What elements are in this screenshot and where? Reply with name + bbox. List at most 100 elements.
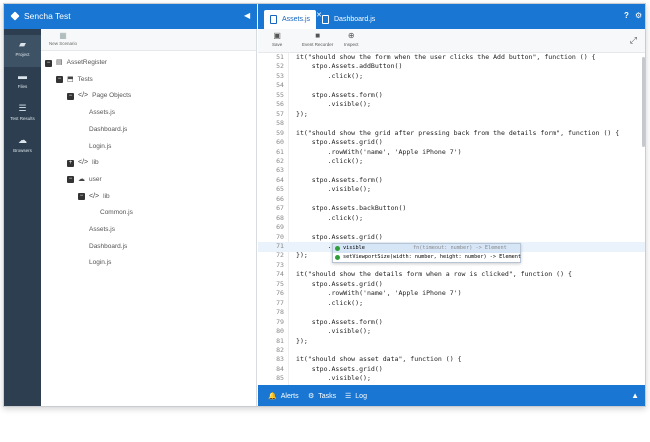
line-number: 80	[276, 327, 284, 336]
code-text: });	[296, 336, 308, 345]
line-number: 83	[276, 355, 284, 364]
code-line: 57});	[258, 109, 645, 120]
tree-item-label: Page Objects	[92, 92, 132, 100]
collapse-icon[interactable]: −	[45, 59, 52, 67]
line-number: 67	[276, 204, 284, 213]
tree-item[interactable]: − </> Page Objects	[67, 89, 131, 103]
code-text: });	[296, 109, 308, 118]
tree-node-icon: ⬒	[67, 75, 74, 83]
autocomplete-name: visible	[343, 245, 365, 251]
code-line: 85 .visible();	[258, 374, 645, 384]
tree-item[interactable]: + </> lib	[67, 156, 99, 170]
collapse-icon[interactable]: −	[67, 92, 74, 100]
nav-files[interactable]: ▬ Files	[4, 67, 41, 99]
tree-item-label: lib	[103, 192, 110, 200]
log-button[interactable]: ☰ Log	[345, 392, 367, 400]
tree-item[interactable]: − ▤ AssetRegister	[45, 56, 107, 70]
nav-browsers[interactable]: ☁ Browsers	[4, 131, 41, 163]
code-text: .click();	[296, 71, 364, 80]
tasks-button[interactable]: ⚙ Tasks	[308, 392, 336, 400]
tree-item[interactable]: Assets.js	[89, 106, 115, 120]
tree-node-icon: </>	[78, 92, 89, 100]
tasks-label: Tasks	[318, 393, 337, 400]
log-label: Log	[355, 393, 367, 400]
code-line: 79 stpo.Assets.form()	[258, 317, 645, 328]
line-number: 75	[276, 279, 284, 288]
tree-item[interactable]: Dashboard.js	[89, 123, 127, 137]
inspect-button[interactable]: ⊕ Inspect	[344, 32, 359, 48]
new-scenario-button[interactable]: ▦ New Scenario	[49, 31, 77, 47]
code-text: stpo.Assets.backButton()	[296, 204, 407, 213]
code-text: stpo.Assets.form()	[296, 175, 383, 184]
code-text: stpo.Assets.addButton()	[296, 62, 403, 71]
tree-item[interactable]: Dashboard.js	[89, 240, 127, 254]
nav-test-results[interactable]: ☰ Test Results	[4, 99, 41, 131]
code-text: stpo.Assets.grid()	[296, 364, 383, 373]
briefcase-icon: ▰	[19, 39, 26, 49]
list-icon: ☰	[18, 103, 27, 113]
tree-node-icon: ☁	[78, 175, 85, 183]
code-line: 60 stpo.Assets.grid()	[258, 138, 645, 148]
code-line: 76 .rowWith('name', 'Apple iPhone 7')	[258, 289, 645, 299]
tree-item[interactable]: − ⬒ Tests	[56, 73, 93, 87]
alerts-button[interactable]: 🔔 Alerts	[268, 392, 299, 400]
tree-item[interactable]: Login.js	[89, 256, 111, 270]
app-window: Sencha Test ◀ ▰ Project ▬ Files ☰ Test Result…	[3, 3, 646, 407]
line-number: 84	[276, 364, 284, 373]
code-editor[interactable]: 51 it("should show the form when the user…	[258, 53, 645, 385]
code-text: .click();	[296, 213, 364, 222]
chevron-left-icon[interactable]: ◀	[244, 11, 250, 20]
line-number: 59	[276, 128, 284, 137]
expand-icon[interactable]: ⤢	[630, 35, 637, 46]
collapse-icon[interactable]: −	[67, 176, 74, 184]
tree-item-label: Tests	[77, 75, 93, 83]
save-label: Save	[272, 42, 283, 47]
line-number: 62	[276, 156, 284, 165]
line-number: 69	[276, 223, 284, 232]
expand-icon[interactable]: +	[67, 159, 74, 167]
tree-item[interactable]: − ☁ user	[67, 173, 102, 187]
code-text: stpo.Assets.grid()	[296, 279, 383, 288]
code-text: .visible();	[296, 374, 371, 383]
line-number: 81	[276, 336, 284, 345]
line-number: 79	[276, 317, 284, 326]
autocomplete-item[interactable]: visible fn(timeout: number) -> Element	[333, 244, 520, 253]
nav-label: Browsers	[13, 148, 32, 153]
nav-project[interactable]: ▰ Project	[4, 35, 41, 67]
tab-dashboard-js[interactable]: Dashboard.js	[316, 10, 376, 29]
editor-scrollbar[interactable]	[642, 57, 645, 147]
tab-assets-js[interactable]: Assets.js ✕	[264, 10, 322, 29]
status-bar: 🔔 Alerts ⚙ Tasks ☰ Log ▲	[258, 385, 645, 406]
code-text: stpo.Assets.form()	[296, 317, 383, 326]
event-recorder-button[interactable]: ■ Event Recorder	[302, 32, 333, 48]
code-text: .visible();	[296, 100, 371, 109]
tree-item-label: Login.js	[89, 142, 112, 150]
nav-label: Test Results	[10, 116, 35, 121]
tree-item[interactable]: Common.js	[100, 206, 133, 220]
code-line: 70 stpo.Assets.grid()	[258, 233, 645, 243]
save-icon: ▣	[273, 31, 281, 40]
line-number: 64	[276, 175, 284, 184]
code-text: .visible();	[296, 327, 371, 336]
tree-item[interactable]: Login.js	[89, 140, 111, 154]
autocomplete-item[interactable]: setViewportSize(width: number, height: n…	[333, 253, 521, 262]
line-number: 78	[276, 308, 284, 317]
code-text: stpo.Assets.grid()	[296, 138, 383, 147]
gear-icon[interactable]: ⚙	[635, 11, 642, 20]
collapse-icon[interactable]: −	[78, 193, 85, 201]
tree-item[interactable]: − </> lib	[78, 190, 110, 204]
code-line: 78	[258, 308, 645, 318]
folder-icon: ▬	[18, 71, 27, 81]
code-text: it("should show the details form when a …	[296, 270, 572, 279]
chevron-up-icon[interactable]: ▲	[631, 391, 639, 400]
line-number: 73	[276, 260, 284, 269]
save-button[interactable]: ▣ Save	[272, 31, 283, 48]
new-scenario-icon: ▦	[59, 31, 67, 40]
help-icon[interactable]: ?	[624, 11, 629, 20]
collapse-icon[interactable]: −	[56, 76, 63, 84]
line-number: 60	[276, 138, 284, 147]
code-line: 64 stpo.Assets.form()	[258, 175, 645, 186]
editor-tabbar: Assets.js ✕ Dashboard.js	[258, 4, 645, 29]
project-tree-panel: ▦ New Scenario − ▤ AssetRegister − ⬒ Tests − </…	[41, 29, 257, 406]
tree-item[interactable]: Assets.js	[89, 223, 115, 237]
